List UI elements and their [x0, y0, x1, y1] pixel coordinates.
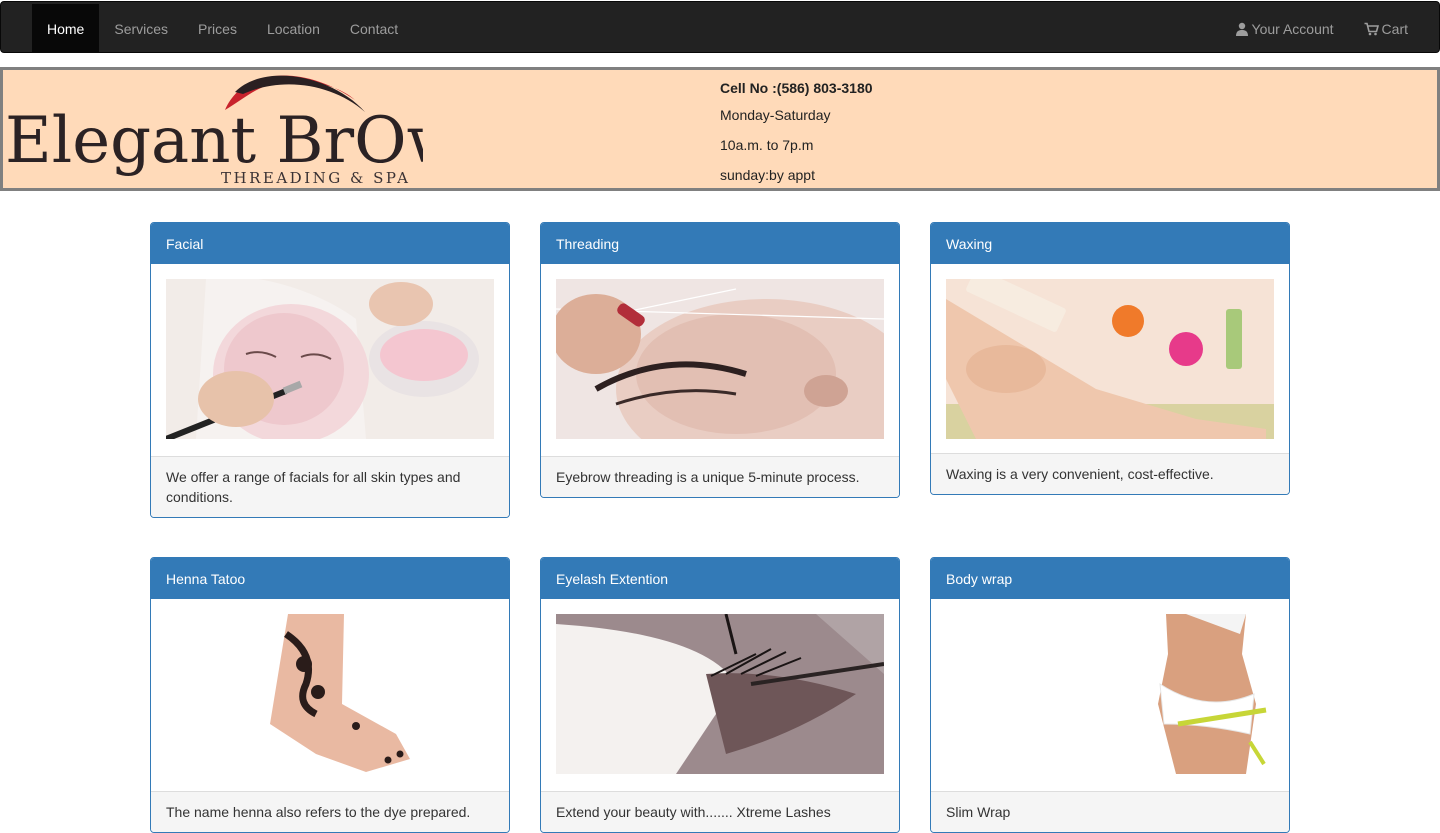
nav-location[interactable]: Location — [252, 4, 335, 53]
card-title: Henna Tatoo — [151, 558, 509, 599]
service-card-facial: Facial We offer a range of facials for a… — [150, 222, 510, 518]
facial-photo — [166, 279, 494, 439]
card-title: Waxing — [931, 223, 1289, 264]
nav-left-group: Home Services Prices Location Contact — [32, 4, 413, 53]
nav-home[interactable]: Home — [32, 4, 100, 53]
service-card-waxing: Waxing Waxing is a very convenient, cost… — [930, 222, 1290, 495]
service-card-eyelash: Eyelash Extention Extend your beauty wit… — [540, 557, 900, 833]
nav-services[interactable]: Services — [99, 4, 183, 53]
header-banner: Elegant BrOws THREADING & SPA Cell No :(… — [0, 67, 1440, 191]
nav-cart[interactable]: Cart — [1349, 4, 1423, 53]
nav-right-group: Your Account Cart — [1220, 4, 1423, 53]
phone-number: Cell No :(586) 803-3180 — [720, 80, 873, 96]
card-description: Eyebrow threading is a unique 5-minute p… — [541, 456, 899, 497]
contact-info: Cell No :(586) 803-3180 Monday-Saturday … — [720, 70, 1020, 190]
business-days: Monday-Saturday — [720, 107, 831, 123]
service-card-henna: Henna Tatoo The name henna also refers t… — [150, 557, 510, 833]
account-label: Your Account — [1251, 20, 1334, 37]
card-title: Body wrap — [931, 558, 1289, 599]
user-icon — [1235, 22, 1248, 36]
card-description: We offer a range of facials for all skin… — [151, 456, 509, 517]
elegant-brows-logo[interactable]: Elegant BrOws THREADING & SPA — [3, 70, 494, 188]
card-description: Slim Wrap — [931, 791, 1289, 832]
logo-wordmark: Elegant BrOws — [5, 104, 423, 178]
cart-icon — [1364, 22, 1379, 35]
card-title: Eyelash Extention — [541, 558, 899, 599]
eyelash-photo — [556, 614, 884, 774]
nav-contact[interactable]: Contact — [335, 4, 413, 53]
sunday-hours: sunday:by appt — [720, 167, 815, 183]
nav-your-account[interactable]: Your Account — [1220, 4, 1349, 53]
henna-photo — [166, 614, 494, 774]
body-wrap-photo — [946, 614, 1274, 774]
card-description: The name henna also refers to the dye pr… — [151, 791, 509, 832]
top-navbar: Home Services Prices Location Contact Yo… — [0, 1, 1440, 53]
card-title: Threading — [541, 223, 899, 264]
nav-prices[interactable]: Prices — [183, 4, 252, 53]
card-description: Waxing is a very convenient, cost-effect… — [931, 453, 1289, 494]
threading-photo — [556, 279, 884, 439]
business-hours: 10a.m. to 7p.m — [720, 137, 814, 153]
logo-tagline: THREADING & SPA — [221, 169, 410, 187]
service-card-threading: Threading Eyebrow threading is a unique … — [540, 222, 900, 498]
waxing-photo — [946, 279, 1274, 439]
cart-label: Cart — [1381, 20, 1408, 37]
card-title: Facial — [151, 223, 509, 264]
card-description: Extend your beauty with....... Xtreme La… — [541, 791, 899, 832]
service-card-body-wrap: Body wrap Slim Wrap — [930, 557, 1290, 833]
